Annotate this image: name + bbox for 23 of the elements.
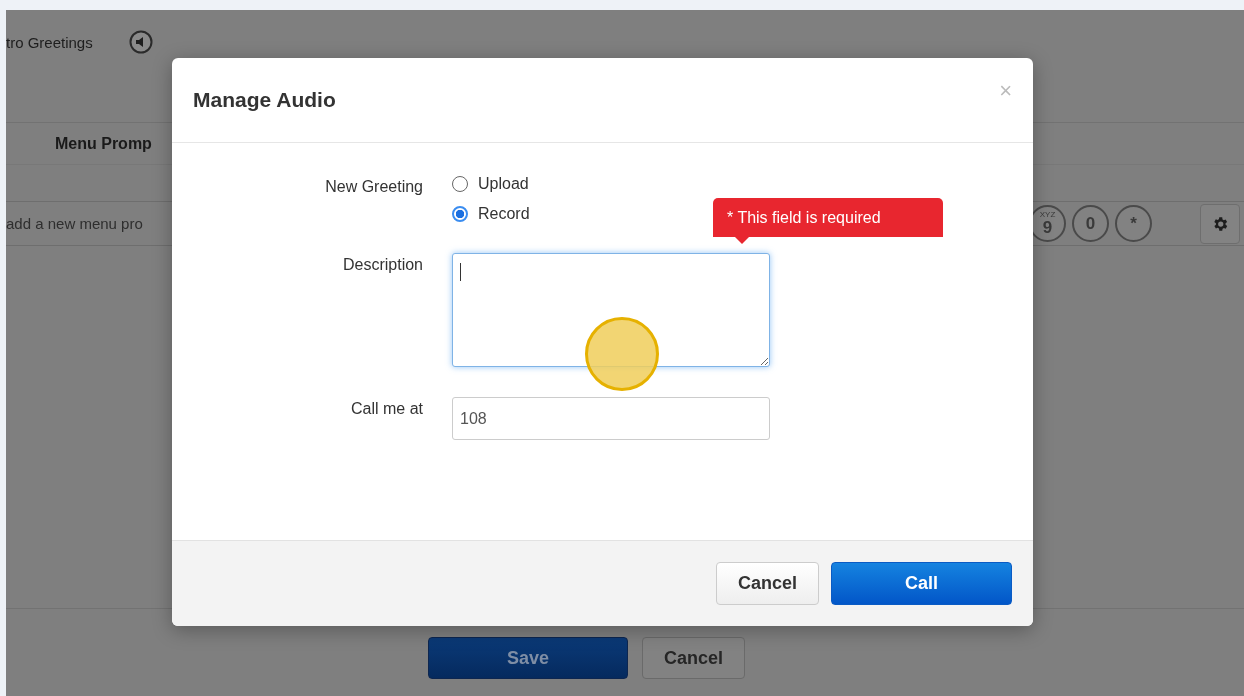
phone-field[interactable]: 108 — [452, 397, 770, 440]
settings-button[interactable] — [1200, 203, 1240, 244]
menu-prompt-field[interactable]: add a new menu pro — [6, 215, 166, 232]
greeting-label: tro Greetings — [6, 33, 93, 51]
save-button[interactable]: Save — [428, 637, 628, 679]
radio-label: Record — [478, 205, 530, 223]
call-button[interactable]: Call — [831, 562, 1012, 605]
cancel-button[interactable]: Cancel — [642, 637, 745, 679]
column-header: Menu Promp — [55, 134, 152, 153]
field-label: Description — [341, 255, 423, 275]
radio-button[interactable] — [452, 176, 468, 192]
keypad-key[interactable]: * — [1115, 205, 1152, 242]
radio-button[interactable] — [452, 206, 468, 222]
error-tooltip: * This field is required — [713, 198, 943, 244]
field-label: New Greeting — [324, 177, 423, 197]
radio-label: Upload — [478, 175, 529, 193]
keypad-key[interactable]: 0 — [1072, 205, 1109, 242]
dialog-title: Manage Audio — [193, 88, 336, 112]
speaker-icon[interactable] — [128, 30, 153, 54]
cancel-button[interactable]: Cancel — [716, 562, 819, 605]
text-cursor — [460, 263, 461, 281]
field-label: Call me at — [349, 399, 423, 419]
radio-option[interactable]: Upload — [452, 175, 770, 193]
